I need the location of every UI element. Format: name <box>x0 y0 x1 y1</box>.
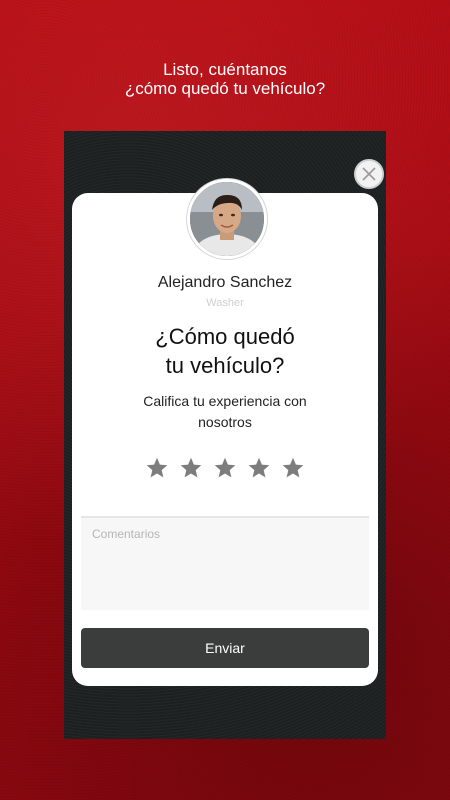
comments-field[interactable] <box>81 516 369 610</box>
rating-subtitle-line-2: nosotros <box>198 414 252 430</box>
rating-subtitle-line-1: Califica tu experiencia con <box>143 393 307 409</box>
star-icon[interactable] <box>247 456 271 480</box>
washer-name: Alejandro Sanchez <box>157 274 293 291</box>
star-icon[interactable] <box>281 456 305 480</box>
send-button[interactable]: Enviar <box>81 628 369 668</box>
rating-question: ¿Cómo quedó tu vehículo? <box>72 322 378 380</box>
washer-photo <box>190 182 264 256</box>
rating-question-line-1: ¿Cómo quedó <box>155 324 295 349</box>
star-rating <box>72 456 378 480</box>
star-icon[interactable] <box>213 456 237 480</box>
screen-header: Listo, cuéntanos ¿cómo quedó tu vehículo… <box>0 60 450 98</box>
washer-role: Washer <box>206 297 244 309</box>
header-line-2: ¿cómo quedó tu vehículo? <box>124 79 326 98</box>
rating-question-line-2: tu vehículo? <box>165 353 285 378</box>
star-icon[interactable] <box>179 456 203 480</box>
close-button[interactable] <box>354 159 384 189</box>
close-icon <box>362 167 376 181</box>
avatar <box>187 179 267 259</box>
header-line-1: Listo, cuéntanos <box>163 60 287 79</box>
rating-card <box>72 193 378 686</box>
rating-subtitle: Califica tu experiencia con nosotros <box>72 391 378 433</box>
star-icon[interactable] <box>145 456 169 480</box>
